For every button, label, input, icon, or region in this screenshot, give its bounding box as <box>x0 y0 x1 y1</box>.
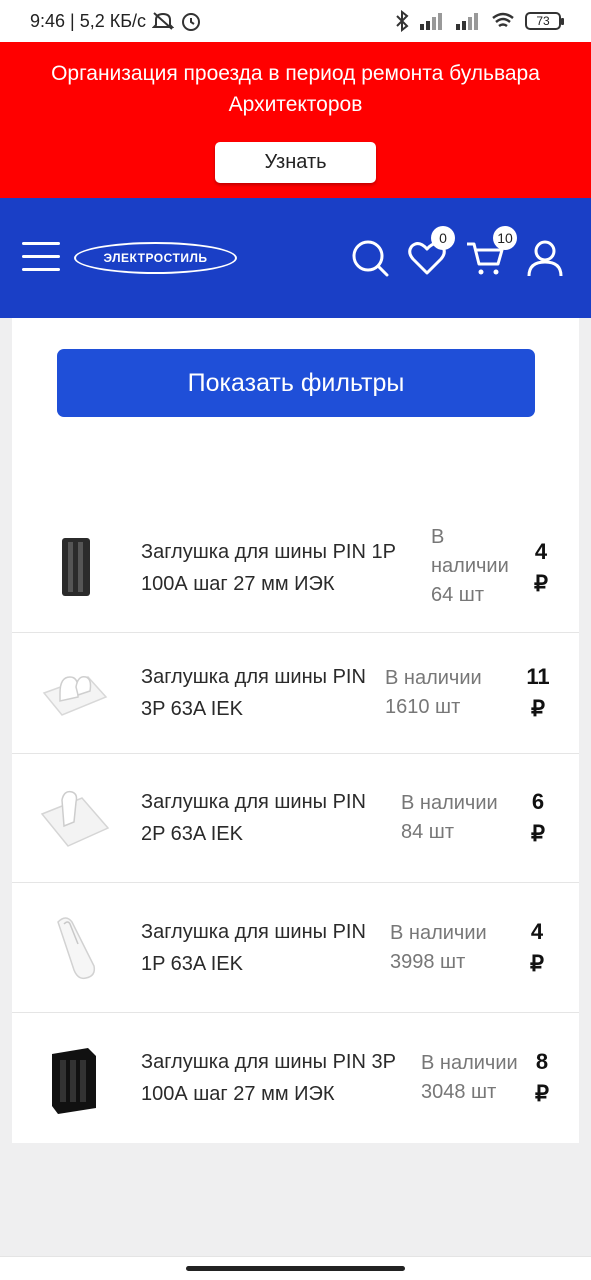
product-image <box>42 675 108 716</box>
show-filters-button[interactable]: Показать фильтры <box>57 349 535 417</box>
product-price: 8 ₽ <box>535 1049 549 1106</box>
favorites-count: 0 <box>431 226 455 250</box>
product-name[interactable]: Заглушка для шины PIN 3P 63A IEK <box>141 661 371 725</box>
product-stock: В наличии 3998 шт <box>390 922 487 973</box>
site-header: ЭЛЕКТРОСТИЛЬ 0 10 <box>0 198 591 318</box>
menu-icon[interactable] <box>22 242 60 272</box>
battery-level: 73 <box>536 14 550 28</box>
alarm-icon <box>182 13 201 31</box>
status-time: 9:46 | 5,2 КБ/с <box>30 10 147 31</box>
signal-icon <box>456 13 478 30</box>
product-item[interactable]: Заглушка для шины PIN 1Р 100А шаг 27 мм … <box>12 503 579 633</box>
product-price: 11 ₽ <box>526 664 550 721</box>
product-image <box>52 1048 96 1114</box>
product-stock: В наличии 84 шт <box>401 792 498 843</box>
favorites-button[interactable]: 0 <box>407 226 455 278</box>
product-name[interactable]: Заглушка для шины PIN 1Р 100А шаг 27 мм … <box>141 536 421 600</box>
promo-banner: Организация проезда в период ремонта бул… <box>0 42 591 198</box>
logo[interactable]: ЭЛЕКТРОСТИЛЬ <box>74 242 237 274</box>
catalog-content: Показать фильтры Заглушка для шины PIN 1… <box>12 318 579 1143</box>
product-name[interactable]: Заглушка для шины PIN 2P 63A IEK <box>141 786 391 850</box>
product-stock: В наличии 3048 шт <box>421 1052 518 1103</box>
signal-icon <box>420 13 442 30</box>
logo-text: ЭЛЕКТРОСТИЛЬ <box>103 251 208 265</box>
status-bar: 9:46 | 5,2 КБ/с 73 <box>0 0 591 42</box>
user-icon[interactable] <box>525 238 565 278</box>
search-icon[interactable] <box>350 238 390 278</box>
battery-icon: 73 <box>525 12 564 30</box>
product-name[interactable]: Заглушка для шины PIN 1P 63A IEK <box>141 916 391 980</box>
product-price: 6 ₽ <box>531 789 545 846</box>
product-name[interactable]: Заглушка для шины PIN 3Р 100А шаг 27 мм … <box>141 1046 421 1110</box>
cart-button[interactable]: 10 <box>465 226 517 278</box>
wifi-icon <box>492 12 514 28</box>
bluetooth-icon <box>396 10 409 32</box>
home-indicator[interactable] <box>186 1266 405 1271</box>
product-stock: В наличии 1610 шт <box>385 667 482 718</box>
product-price: 4 ₽ <box>530 919 544 976</box>
mute-icon <box>152 12 175 30</box>
product-item[interactable]: Заглушка для шины PIN 2P 63A IEK В налич… <box>12 754 579 883</box>
promo-text: Организация проезда в период ремонта бул… <box>51 62 540 116</box>
cart-count: 10 <box>493 226 517 250</box>
product-stock: В наличии 64 шт <box>431 526 509 606</box>
product-item[interactable]: Заглушка для шины PIN 3Р 100А шаг 27 мм … <box>12 1013 579 1143</box>
product-price: 4 ₽ <box>534 539 548 596</box>
learn-more-button[interactable]: Узнать <box>215 142 376 183</box>
product-list: Заглушка для шины PIN 1Р 100А шаг 27 мм … <box>12 503 579 1143</box>
product-image <box>57 916 96 979</box>
product-image <box>40 790 110 847</box>
product-item[interactable]: Заглушка для шины PIN 1P 63A IEK В налич… <box>12 883 579 1013</box>
product-item[interactable]: Заглушка для шины PIN 3P 63A IEK В налич… <box>12 633 579 754</box>
product-image <box>62 537 90 596</box>
